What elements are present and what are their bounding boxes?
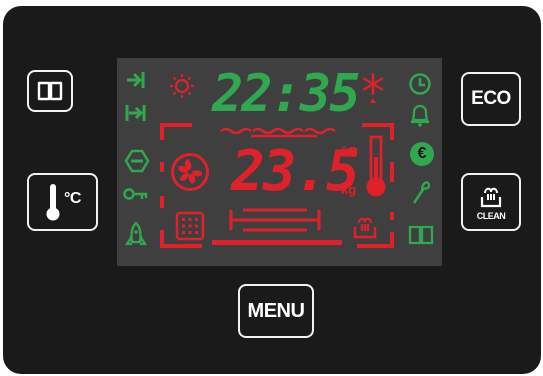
celsius-label: °C (64, 190, 81, 207)
no-entry-icon (124, 149, 150, 173)
grid-heater-icon (175, 211, 205, 241)
steam-clean-lcd-icon (353, 217, 377, 239)
recipe-book-icon (408, 225, 434, 245)
clock-icon (409, 73, 431, 95)
temperature-display: 23.5 (231, 139, 360, 204)
temperature-button[interactable]: °C (27, 173, 98, 231)
temperature-unit: °C (341, 144, 358, 161)
euro-symbol: € (417, 145, 427, 162)
snowflake-icon (362, 73, 384, 103)
menu-label: MENU (247, 299, 305, 322)
recipe-book-button[interactable] (27, 70, 73, 112)
fan-icon (171, 153, 209, 191)
control-panel: °C ECO CLEAN MENU 22:35 € 23.5 °C kg (3, 6, 541, 374)
clock-display: 22:35 (212, 64, 361, 124)
end-time-icon (127, 72, 145, 88)
lcd-display: 22:35 € 23.5 °C kg (117, 58, 442, 266)
menu-button[interactable]: MENU (238, 284, 314, 338)
open-book-icon (37, 81, 63, 101)
euro-icon: € (410, 142, 434, 166)
clean-button[interactable]: CLEAN (461, 173, 521, 231)
tray-icon (229, 208, 321, 232)
eco-button[interactable]: ECO (461, 72, 521, 126)
probe-icon (412, 181, 431, 204)
steam-clean-icon (480, 187, 502, 207)
rocket-icon (124, 221, 148, 246)
key-lock-icon (123, 188, 148, 200)
weight-unit: kg (341, 182, 357, 197)
sun-icon (170, 74, 194, 98)
eco-label: ECO (471, 88, 511, 109)
oven-thermometer-icon (366, 135, 386, 197)
clean-label: CLEAN (476, 210, 506, 221)
duration-icon (125, 105, 146, 121)
bell-icon (411, 104, 429, 127)
thermometer-icon (46, 184, 60, 221)
